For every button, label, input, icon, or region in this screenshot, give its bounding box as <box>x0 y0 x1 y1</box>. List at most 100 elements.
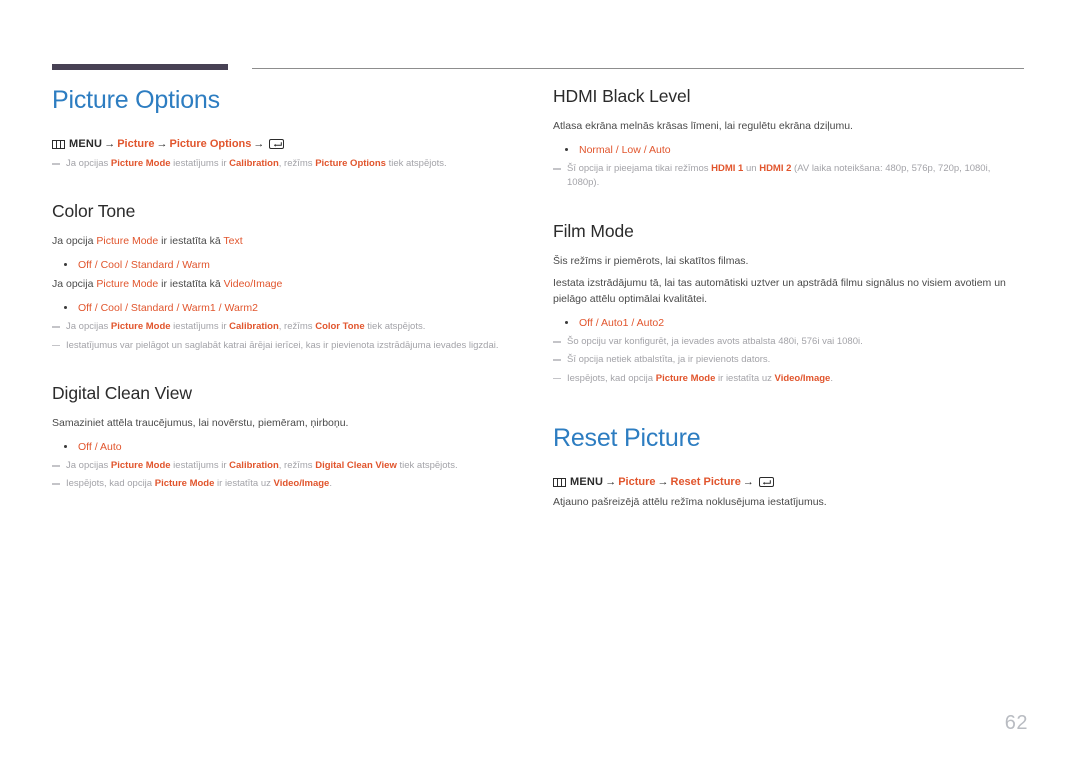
section-heading-hdmi-black-level: HDMI Black Level <box>553 86 691 106</box>
note-text: , režīms <box>278 321 316 333</box>
note-text: iestatījums ir <box>170 158 230 170</box>
note-emphasis: HDMI 2 <box>759 163 792 175</box>
option-list-item[interactable]: Off / Auto <box>64 439 524 455</box>
note-emphasis: Video/Image <box>774 372 831 384</box>
body-text: Ja opcija <box>52 235 97 248</box>
left-column: Picture Options MENU → Picture → Picture… <box>52 86 524 495</box>
color-tone-options-text: Off / Cool / Standard / Warm <box>52 257 524 273</box>
arrow-glyph: → <box>605 475 617 488</box>
arrow-glyph: → <box>104 137 116 150</box>
note-text: ir iestatīta uz <box>715 372 775 384</box>
inline-emphasis: Picture Mode <box>96 278 159 291</box>
enter-key-icon <box>758 477 774 488</box>
note-text: un <box>743 163 760 175</box>
body-text: ir iestatīta kā <box>158 235 224 248</box>
note-hdmi-availability: Šī opcija ir pieejama tikai režīmos HDMI… <box>553 162 1025 191</box>
note-text: iestatījums ir <box>170 459 230 471</box>
note-film-mode-pc: Šī opcija netiek atbalstīta, ja ir pievi… <box>553 353 1025 367</box>
note-text: Ja opcijas <box>66 158 111 170</box>
note-emphasis: Digital Clean View <box>315 459 397 471</box>
arrow-glyph: → <box>742 475 754 488</box>
menu-label: MENU <box>570 475 604 488</box>
arrow-glyph: → <box>657 475 669 488</box>
document-page: Picture Options MENU → Picture → Picture… <box>0 0 1080 763</box>
hdmi-black-level-options: Normal / Low / Auto <box>553 142 1025 158</box>
menu-label: MENU <box>69 137 103 150</box>
film-mode-description-2: Iestata izstrādājumu tā, lai tas automāt… <box>553 277 1006 306</box>
body-text: ir iestatīta kā <box>158 278 224 291</box>
menu-icon <box>553 477 566 487</box>
note-text: Ja opcijas <box>66 321 111 333</box>
note-text: Ja opcijas <box>66 459 111 471</box>
reset-picture-description: Atjauno pašreizējā attēlu režīma noklusē… <box>553 495 827 508</box>
note-emphasis: Picture Mode <box>110 459 171 471</box>
arrow-glyph: → <box>156 137 168 150</box>
film-mode-description-1: Šis režīms ir piemērots, lai skatītos fi… <box>553 254 749 267</box>
hdmi-black-level-description: Atlasa ekrāna melnās krāsas līmeni, lai … <box>553 120 853 132</box>
note-emphasis: Calibration <box>229 459 279 471</box>
note-text: . <box>329 478 332 490</box>
color-tone-options-video: Off / Cool / Standard / Warm1 / Warm2 <box>52 300 524 316</box>
film-mode-options: Off / Auto1 / Auto2 <box>553 315 1025 331</box>
note-emphasis: Calibration <box>229 321 279 333</box>
breadcrumb-picture[interactable]: Picture <box>618 475 655 490</box>
inline-emphasis: Picture Mode <box>96 235 159 248</box>
note-emphasis: Picture Mode <box>655 372 716 384</box>
option-list-item[interactable]: Normal / Low / Auto <box>565 142 1025 158</box>
breadcrumb-picture-options[interactable]: Picture Options <box>170 137 252 152</box>
note-text: , režīms <box>278 158 316 170</box>
note-emphasis: Picture Mode <box>154 478 215 490</box>
note-text: tiek atspējots. <box>364 321 426 333</box>
right-column: HDMI Black Level Atlasa ekrāna melnās kr… <box>553 86 1025 518</box>
note-emphasis: Picture Mode <box>110 158 171 170</box>
section-heading-digital-clean-view: Digital Clean View <box>52 382 192 403</box>
note-emphasis: Picture Options <box>315 158 386 170</box>
note-emphasis: HDMI 1 <box>711 163 744 175</box>
note-text: Iespējots, kad opcija <box>66 478 155 490</box>
section-heading-color-tone: Color Tone <box>52 201 136 222</box>
note-text: . <box>830 372 833 384</box>
option-list-item[interactable]: Off / Cool / Standard / Warm1 / Warm2 <box>64 300 524 316</box>
digital-clean-view-description: Samaziniet attēla traucējumus, lai novēr… <box>52 416 349 429</box>
note-text: ir iestatīta uz <box>214 478 274 490</box>
note-color-tone-external-device: Iestatījumus var pielāgot un saglabāt ka… <box>52 339 524 353</box>
page-title: Picture Options <box>52 86 220 114</box>
note-emphasis: Color Tone <box>315 321 365 333</box>
note-emphasis: Picture Mode <box>110 321 171 333</box>
option-list-item[interactable]: Off / Cool / Standard / Warm <box>64 257 524 273</box>
note-text: tiek atspējots. <box>385 158 447 170</box>
menu-path-reset-picture: MENU → Picture → Reset Picture → <box>553 475 1025 490</box>
note-emphasis: Calibration <box>229 158 279 170</box>
page-number: 62 <box>1004 712 1028 734</box>
inline-emphasis: Video/Image <box>223 278 283 291</box>
note-text: iestatījums ir <box>170 321 230 333</box>
note-dcv-video-image: Iespējots, kad opcija Picture Mode ir ie… <box>52 477 524 491</box>
menu-path-picture-options: MENU → Picture → Picture Options → <box>52 137 524 152</box>
menu-icon <box>52 139 65 149</box>
note-emphasis: Video/Image <box>273 478 330 490</box>
body-text: Ja opcija <box>52 278 97 291</box>
header-rule-thick <box>52 64 228 70</box>
note-color-tone-calibration: Ja opcijas Picture Mode iestatījums ir C… <box>52 320 524 334</box>
color-tone-condition-video: Ja opcija Picture Mode ir iestatīta kā V… <box>52 277 524 293</box>
header-rule-thin <box>252 68 1024 69</box>
note-film-mode-source: Šo opciju var konfigurēt, ja ievades avo… <box>553 335 1025 349</box>
color-tone-condition-text: Ja opcija Picture Mode ir iestatīta kā T… <box>52 234 524 250</box>
option-list-item[interactable]: Off / Auto1 / Auto2 <box>565 315 1025 331</box>
digital-clean-view-options: Off / Auto <box>52 439 524 455</box>
breadcrumb-picture[interactable]: Picture <box>117 137 154 152</box>
page-title-reset-picture: Reset Picture <box>553 423 701 452</box>
note-text: tiek atspējots. <box>396 459 458 471</box>
enter-key-icon <box>269 139 285 150</box>
note-dcv-calibration: Ja opcijas Picture Mode iestatījums ir C… <box>52 459 524 473</box>
note-film-mode-video-image: Iespējots, kad opcija Picture Mode ir ie… <box>553 372 1025 386</box>
inline-emphasis: Text <box>223 235 243 248</box>
note-text: , režīms <box>278 459 316 471</box>
note-picture-options-calibration: Ja opcijas Picture Mode iestatījums ir C… <box>52 157 524 171</box>
breadcrumb-reset-picture[interactable]: Reset Picture <box>671 475 741 490</box>
note-text: Šī opcija ir pieejama tikai režīmos <box>567 163 712 175</box>
note-text: Iespējots, kad opcija <box>567 372 656 384</box>
